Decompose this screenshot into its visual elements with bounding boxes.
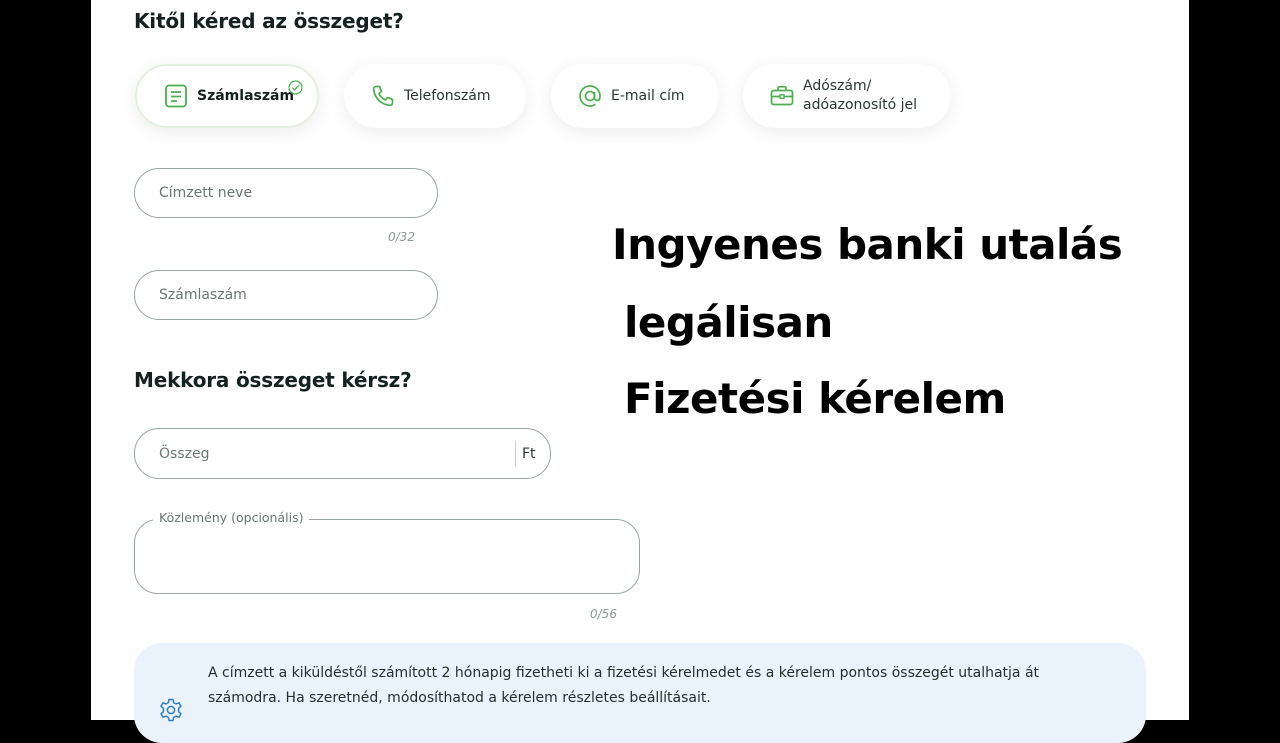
divider — [515, 441, 516, 467]
option-tax-number[interactable]: Adószám/ adóazonosító jel — [743, 64, 951, 128]
overlay-line-1: Ingyenes banki utalás — [612, 220, 1123, 269]
at-sign-icon — [577, 83, 603, 109]
option-label: Számlaszám — [197, 87, 295, 104]
check-circle-icon — [288, 80, 303, 95]
amount-placeholder: Összeg — [159, 445, 210, 462]
overlay-line-2: legálisan — [624, 298, 833, 347]
option-label: Adószám/ adóazonosító jel — [803, 78, 918, 113]
currency-label: Ft — [522, 445, 536, 462]
recipient-heading: Kitől kéred az összeget? — [134, 9, 404, 33]
option-email[interactable]: E-mail cím — [551, 64, 719, 128]
document-icon — [163, 83, 189, 109]
recipient-name-placeholder: Címzett neve — [159, 185, 253, 201]
info-text: A címzett a kiküldéstől számított 2 hóna… — [208, 665, 1040, 706]
settings-icon[interactable] — [158, 697, 184, 723]
option-label: Telefonszám — [404, 87, 491, 104]
phone-icon — [370, 83, 396, 109]
option-account-number[interactable]: Számlaszám — [135, 64, 319, 128]
briefcase-icon — [769, 83, 795, 109]
account-number-field[interactable]: Számlaszám — [134, 270, 438, 320]
comment-label: Közlemény (opcionális) — [153, 510, 310, 525]
option-phone-number[interactable]: Telefonszám — [344, 64, 526, 128]
amount-field[interactable]: Összeg Ft — [134, 428, 551, 479]
recipient-name-field[interactable]: Címzett neve — [134, 168, 438, 218]
amount-heading: Mekkora összeget kérsz? — [134, 368, 412, 392]
info-box: A címzett a kiküldéstől számított 2 hóna… — [134, 643, 1146, 743]
comment-counter: 0/56 — [590, 607, 617, 621]
option-label: E-mail cím — [611, 87, 685, 104]
account-number-placeholder: Számlaszám — [159, 287, 247, 303]
recipient-name-counter: 0/32 — [388, 230, 415, 244]
overlay-line-3: Fizetési kérelem — [624, 374, 1006, 423]
comment-field[interactable]: Közlemény (opcionális) — [134, 510, 640, 594]
